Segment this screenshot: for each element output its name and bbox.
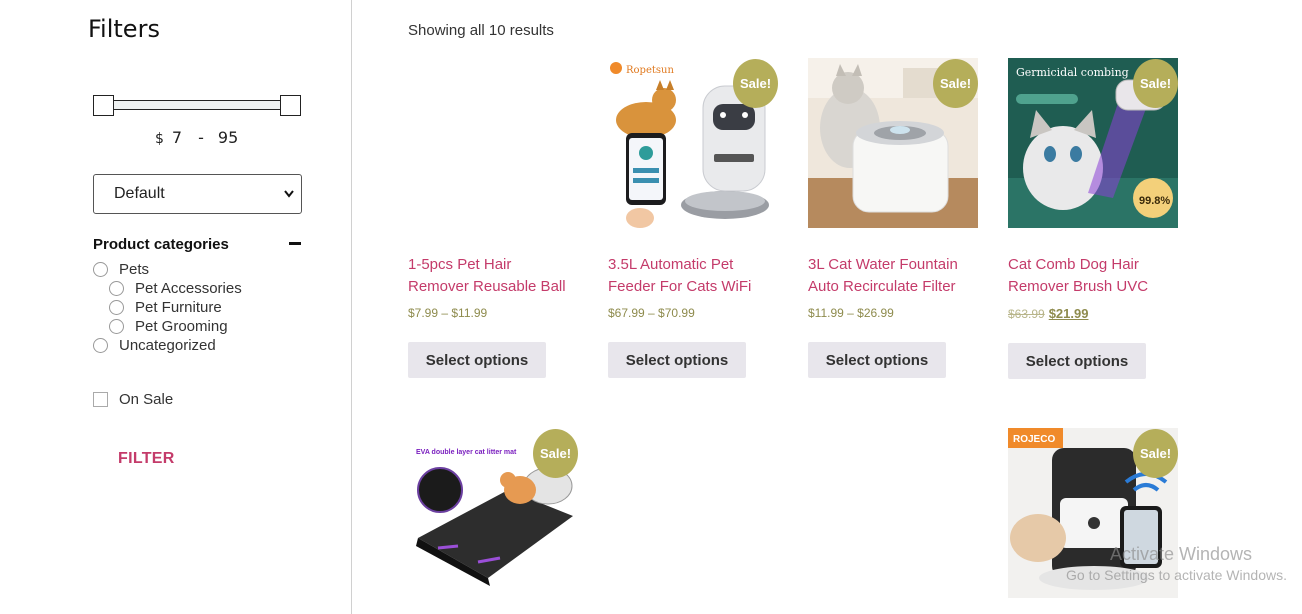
product-categories-heading: Product categories — [93, 236, 303, 253]
image-caption-text: EVA double layer cat litter mat — [416, 449, 517, 456]
sale-badge: Sale! — [1133, 59, 1178, 108]
image-caption-text: Germicidal combing — [1016, 66, 1129, 79]
product-title[interactable]: 3L Cat Water Fountain Auto Recirculate F… — [808, 254, 980, 298]
product-categories-label: Product categories — [93, 236, 229, 253]
radio-button[interactable] — [109, 319, 124, 334]
category-item-pet-furniture[interactable]: Pet Furniture — [93, 298, 242, 317]
old-price: $63.99 — [1008, 307, 1045, 321]
price-min-handle[interactable] — [93, 95, 114, 116]
price-min-value: 7 — [171, 128, 183, 147]
sale-badge: Sale! — [933, 59, 978, 108]
select-options-button[interactable]: Select options — [408, 342, 546, 378]
price-range-values: $7-95 — [155, 128, 238, 147]
filters-sidebar: Filters $7-95 Default Product categories… — [0, 0, 352, 614]
sale-price: $21.99 — [1048, 306, 1089, 321]
sale-badge: Sale! — [533, 429, 578, 478]
radio-button[interactable] — [93, 262, 108, 277]
price-range-slider[interactable] — [93, 95, 301, 117]
collapse-icon[interactable] — [289, 242, 301, 245]
product-image[interactable]: Sale! — [808, 58, 978, 228]
radio-button[interactable] — [93, 338, 108, 353]
filters-title: Filters — [88, 15, 160, 43]
product-card: Ropetsun Sale! 3.5L Automatic Pet Feeder… — [608, 58, 780, 378]
sale-badge: Sale! — [733, 59, 778, 108]
category-item-pets[interactable]: Pets — [93, 260, 242, 279]
price-slider-track[interactable] — [103, 100, 291, 110]
brand-text: Ropetsun — [626, 65, 674, 76]
category-label: Pets — [119, 261, 150, 278]
product-card: 1-5pcs Pet Hair Remover Reusable Ball $7… — [408, 58, 580, 378]
product-title-line[interactable]: 3L Cat Water Fountain — [808, 254, 980, 276]
select-options-button[interactable]: Select options — [608, 342, 746, 378]
product-price: $7.99 – $11.99 — [408, 306, 488, 320]
product-image[interactable]: Ropetsun Sale! — [608, 58, 778, 228]
sale-badge: Sale! — [1133, 429, 1178, 478]
image-badge-text: 99.8% — [1139, 195, 1170, 207]
on-sale-filter[interactable]: On Sale — [93, 391, 173, 408]
select-options-button[interactable]: Select options — [1008, 343, 1146, 379]
category-item-pet-accessories[interactable]: Pet Accessories — [93, 279, 242, 298]
product-price: $67.99 – $70.99 — [608, 306, 695, 320]
category-label: Pet Furniture — [135, 299, 222, 316]
category-item-pet-grooming[interactable]: Pet Grooming — [93, 317, 242, 336]
product-title[interactable]: 1-5pcs Pet Hair Remover Reusable Ball — [408, 254, 580, 298]
product-title-line[interactable]: 3.5L Automatic Pet — [608, 254, 780, 276]
product-title-line[interactable]: Cat Comb Dog Hair — [1008, 254, 1180, 276]
product-price: $11.99 – $26.99 — [808, 306, 894, 320]
product-title-line[interactable]: Remover Reusable Ball — [408, 276, 580, 298]
filter-button[interactable]: FILTER — [118, 450, 175, 468]
on-sale-checkbox[interactable] — [93, 392, 108, 407]
activate-windows-subtext: Go to Settings to activate Windows. — [1066, 567, 1287, 583]
price-max-handle[interactable] — [280, 95, 301, 116]
product-card: Sale! 3L Cat Water Fountain Auto Recircu… — [808, 58, 980, 378]
product-card: EVA double layer cat litter mat Sale! — [408, 428, 580, 598]
currency-symbol: $ — [155, 131, 164, 147]
category-label: Pet Grooming — [135, 318, 228, 335]
select-options-button[interactable]: Select options — [808, 342, 946, 378]
product-title-line[interactable]: Feeder For Cats WiFi — [608, 276, 780, 298]
product-title[interactable]: Cat Comb Dog Hair Remover Brush UVC — [1008, 254, 1180, 298]
product-image[interactable]: Germicidal combing 99.8% Sale! — [1008, 58, 1178, 228]
price-separator: - — [198, 128, 204, 147]
chevron-down-icon — [283, 175, 295, 229]
results-count: Showing all 10 results — [408, 22, 554, 39]
radio-button[interactable] — [109, 281, 124, 296]
category-label: Pet Accessories — [135, 280, 242, 297]
product-price: $63.99 $21.99 — [1008, 306, 1180, 321]
brand-text: ROJECO — [1013, 434, 1055, 445]
activate-windows-watermark: Activate Windows — [1110, 544, 1253, 564]
on-sale-label: On Sale — [119, 391, 174, 408]
price-max-value: 95 — [217, 128, 239, 147]
category-list: Pets Pet Accessories Pet Furniture Pet G… — [93, 260, 242, 355]
sort-selected-value: Default — [114, 185, 165, 202]
sort-select[interactable]: Default — [93, 174, 302, 214]
category-label: Uncategorized — [119, 337, 216, 354]
product-card: Germicidal combing 99.8% Sale! Cat Comb … — [1008, 58, 1180, 379]
product-image[interactable]: EVA double layer cat litter mat Sale! — [408, 428, 578, 598]
product-title[interactable]: 3.5L Automatic Pet Feeder For Cats WiFi — [608, 254, 780, 298]
product-image[interactable] — [408, 58, 578, 228]
radio-button[interactable] — [109, 300, 124, 315]
product-title-line[interactable]: 1-5pcs Pet Hair — [408, 254, 580, 276]
product-title-line[interactable]: Auto Recirculate Filter — [808, 276, 980, 298]
category-item-uncategorized[interactable]: Uncategorized — [93, 336, 242, 355]
product-title-line[interactable]: Remover Brush UVC — [1008, 276, 1180, 298]
